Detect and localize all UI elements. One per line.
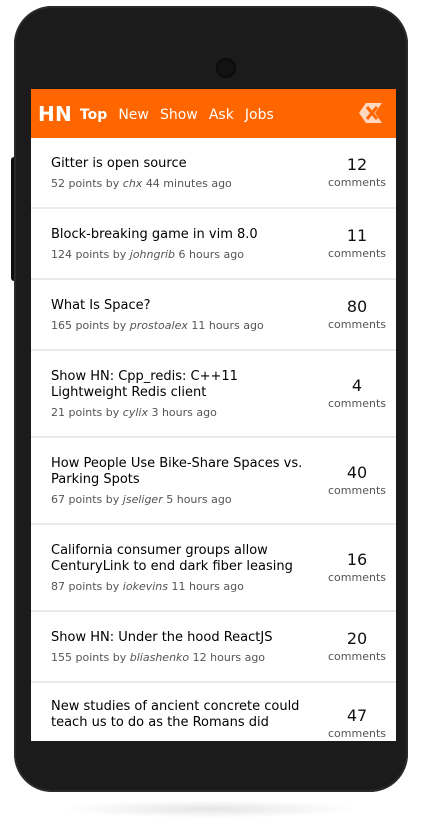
story-user[interactable]: johngrib	[130, 248, 175, 261]
story-row[interactable]: How People Use Bike-Share Spaces vs. Par…	[31, 438, 396, 525]
phone-shadow	[60, 800, 360, 818]
story-user[interactable]: bliashenko	[130, 651, 189, 664]
story-meta: 155 points by bliashenko 12 hours ago	[51, 650, 266, 664]
story-meta: 67 points by jseliger 5 hours ago	[51, 492, 232, 506]
comment-count: 80	[346, 297, 368, 316]
comments-link[interactable]: 80 comments	[318, 297, 396, 332]
story-user[interactable]: cylix	[123, 406, 148, 419]
story-title[interactable]: Gitter is open source	[51, 156, 308, 172]
nav-show[interactable]: Show	[160, 107, 198, 123]
story-meta: 52 points by chx 44 minutes ago	[51, 176, 232, 190]
story-title[interactable]: What Is Space?	[51, 298, 308, 314]
camera-icon	[216, 58, 236, 78]
story-title[interactable]: California consumer groups allow Century…	[51, 543, 308, 575]
main-nav: Top New Show Ask Jobs	[80, 104, 280, 123]
top-bar: HN Top New Show Ask Jobs	[31, 89, 396, 138]
story-title[interactable]: How People Use Bike-Share Spaces vs. Par…	[51, 456, 308, 488]
story-row[interactable]: What Is Space? 165 points by prostoalex …	[31, 280, 396, 351]
story-meta: 87 points by iokevins 11 hours ago	[51, 579, 244, 593]
story-row[interactable]: Gitter is open source 52 points by chx 4…	[31, 138, 396, 209]
app-screen: HN Top New Show Ask Jobs Gitter is open …	[31, 89, 396, 741]
comments-link[interactable]: 47 comments	[318, 699, 396, 741]
story-row[interactable]: New studies of ancient concrete could te…	[31, 683, 396, 741]
story-title[interactable]: Show HN: Cpp_redis: C++11 Lightweight Re…	[51, 369, 308, 401]
nav-ask[interactable]: Ask	[209, 107, 234, 123]
nav-jobs[interactable]: Jobs	[245, 107, 274, 123]
story-row[interactable]: Show HN: Under the hood ReactJS 155 poin…	[31, 612, 396, 683]
hn-logo-icon[interactable]	[356, 101, 382, 125]
comment-count: 11	[346, 226, 368, 245]
story-row[interactable]: Block-breaking game in vim 8.0 124 point…	[31, 209, 396, 280]
nav-new[interactable]: New	[118, 107, 149, 123]
story-user[interactable]: chx	[123, 177, 143, 190]
story-title[interactable]: New studies of ancient concrete could te…	[51, 699, 308, 731]
story-meta: 165 points by prostoalex 11 hours ago	[51, 318, 264, 332]
comment-label: comments	[328, 247, 386, 260]
comments-link[interactable]: 16 comments	[318, 550, 396, 585]
story-list: Gitter is open source 52 points by chx 4…	[31, 138, 396, 741]
story-meta: 21 points by cylix 3 hours ago	[51, 405, 217, 419]
comment-count: 4	[351, 376, 363, 395]
story-user[interactable]: iokevins	[123, 580, 168, 593]
comment-label: comments	[328, 176, 386, 189]
comment-count: 20	[346, 629, 368, 648]
comments-link[interactable]: 11 comments	[318, 226, 396, 261]
comment-count: 47	[346, 706, 368, 725]
comment-label: comments	[328, 397, 386, 410]
comment-count: 12	[346, 155, 368, 174]
comment-label: comments	[328, 650, 386, 663]
comment-count: 16	[346, 550, 368, 569]
comment-label: comments	[328, 484, 386, 497]
comment-count: 40	[346, 463, 368, 482]
comment-label: comments	[328, 571, 386, 584]
story-title[interactable]: Show HN: Under the hood ReactJS	[51, 630, 308, 646]
comment-label: comments	[328, 318, 386, 331]
comments-link[interactable]: 20 comments	[318, 629, 396, 664]
nav-top[interactable]: Top	[80, 107, 107, 123]
comments-link[interactable]: 4 comments	[318, 376, 396, 411]
comments-link[interactable]: 40 comments	[318, 463, 396, 498]
story-row[interactable]: Show HN: Cpp_redis: C++11 Lightweight Re…	[31, 351, 396, 438]
story-meta: 124 points by johngrib 6 hours ago	[51, 247, 244, 261]
story-title[interactable]: Block-breaking game in vim 8.0	[51, 227, 308, 243]
comments-link[interactable]: 12 comments	[318, 155, 396, 190]
comment-label: comments	[328, 727, 386, 740]
story-row[interactable]: California consumer groups allow Century…	[31, 525, 396, 612]
story-user[interactable]: prostoalex	[130, 319, 188, 332]
story-user[interactable]: jseliger	[123, 493, 163, 506]
brand-title[interactable]: HN	[38, 102, 72, 126]
